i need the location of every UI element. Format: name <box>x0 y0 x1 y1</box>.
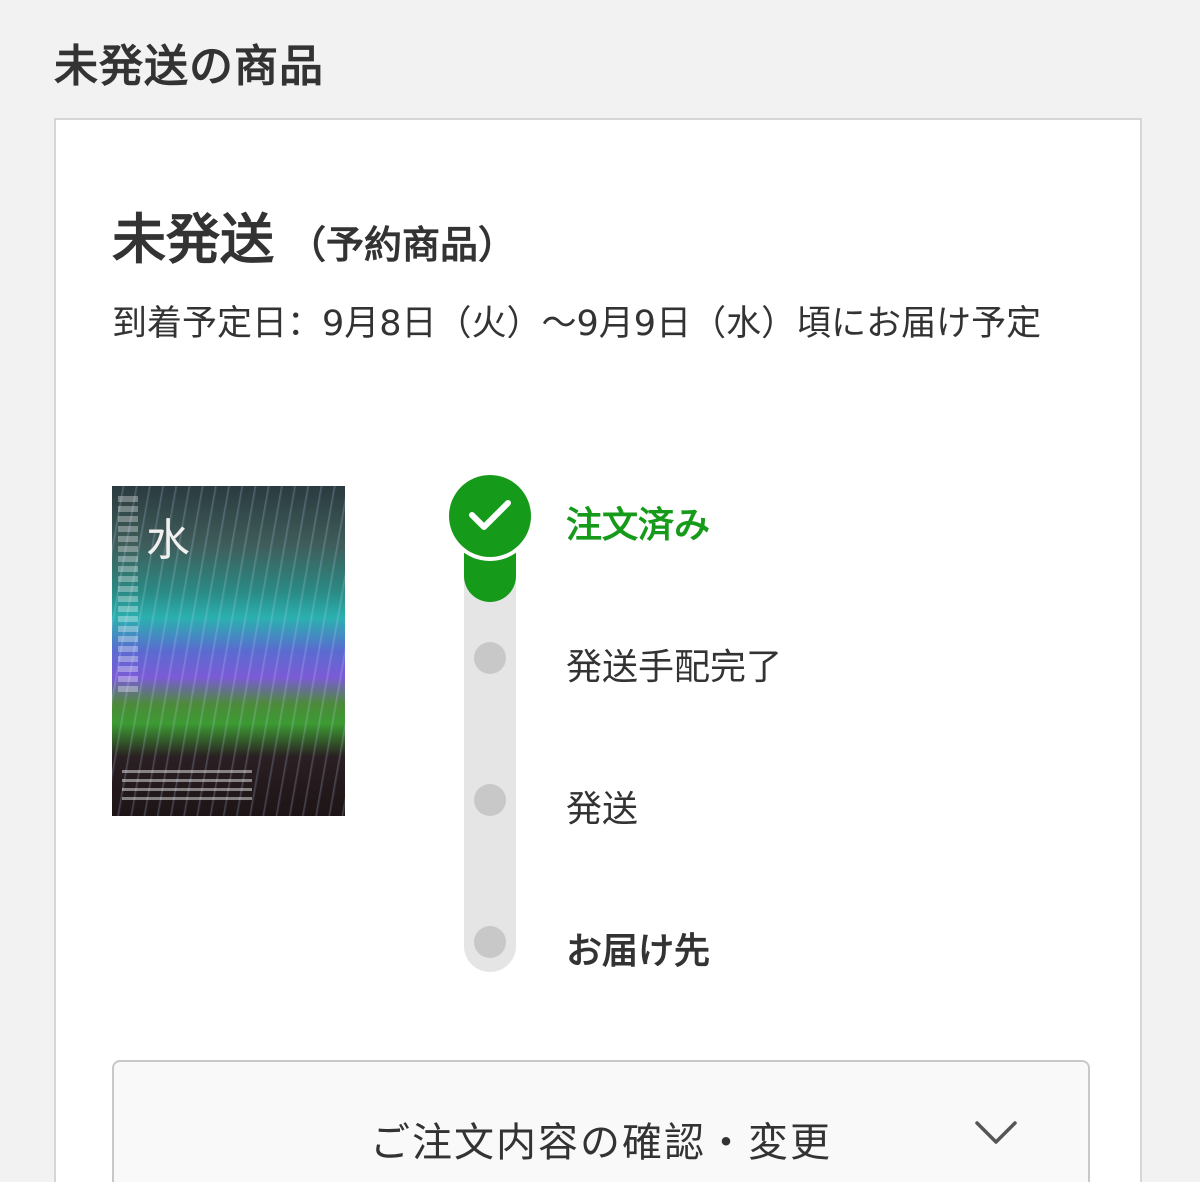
step-ordered: 注文済み <box>566 505 711 546</box>
progress-dot-icon <box>474 926 506 958</box>
confirm-order-button[interactable]: ご注文内容の確認・変更 <box>112 1060 1090 1182</box>
chevron-down-icon <box>975 1121 1017 1144</box>
step-shipped: 発送 <box>566 789 639 830</box>
check-icon <box>449 475 531 557</box>
page: 未発送の商品 未発送 （予約商品） 到着予定日：9月8日（火）〜9月9日（水）頃に… <box>0 0 1200 1182</box>
progress-dot-icon <box>474 642 506 674</box>
arrival-date-text: 到着予定日：9月8日（火）〜9月9日（水）頃にお届け予定 <box>112 304 1042 344</box>
cover-caption <box>122 770 252 806</box>
progress-dot-icon <box>474 784 506 816</box>
status-label: 未発送 <box>112 208 274 271</box>
section-title: 未発送の商品 <box>54 41 324 92</box>
confirm-order-label: ご注文内容の確認・変更 <box>370 1120 832 1166</box>
step-delivery-address: お届け先 <box>566 931 711 972</box>
cover-title: 水 <box>146 515 190 566</box>
status-heading: 未発送 （予約商品） <box>112 195 516 274</box>
order-card: 未発送 （予約商品） 到着予定日：9月8日（火）〜9月9日（水）頃にお届け予定 水… <box>54 118 1142 1182</box>
product-cover-image[interactable]: 水 <box>112 486 345 816</box>
cover-side-text <box>118 496 138 696</box>
status-note: （予約商品） <box>288 223 517 267</box>
step-shipping-arranged: 発送手配完了 <box>566 647 783 688</box>
